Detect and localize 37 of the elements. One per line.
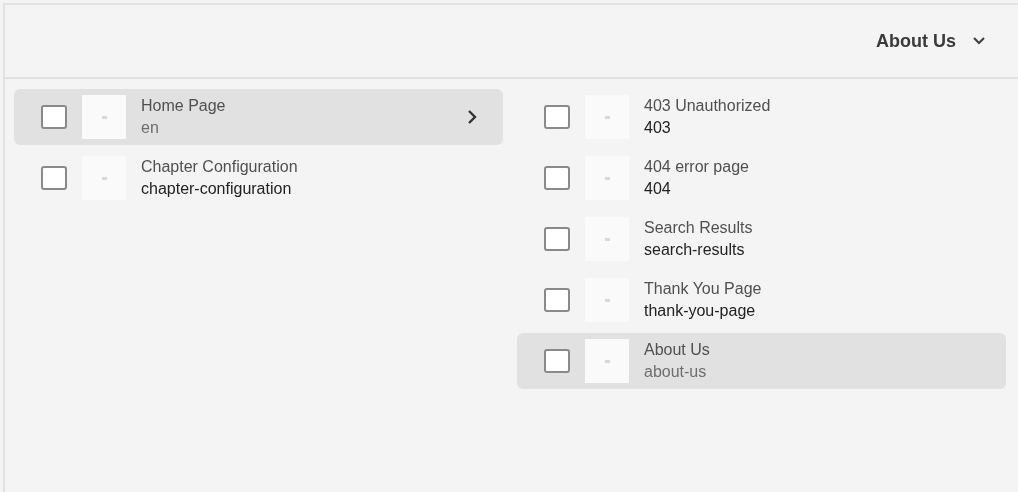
checkbox[interactable]	[544, 227, 570, 251]
checkbox[interactable]	[544, 349, 570, 373]
page-name: about-us	[644, 362, 708, 382]
checkbox[interactable]	[544, 288, 570, 312]
page-thumbnail-icon	[585, 339, 629, 383]
page-title: Search Results	[644, 218, 753, 238]
page-title: Thank You Page	[644, 279, 762, 299]
page-title: Chapter Configuration	[141, 157, 298, 177]
checkbox[interactable]	[544, 166, 570, 190]
page-title: 403 Unauthorized	[644, 96, 771, 116]
page-list-item[interactable]: 403 Unauthorized 403	[517, 89, 1006, 145]
page-title: Home Page	[141, 96, 226, 116]
page-name: 403	[644, 118, 672, 138]
page-name: chapter-configuration	[141, 179, 293, 199]
page-thumbnail-icon	[82, 156, 126, 200]
page-list-item[interactable]: Search Results search-results	[517, 211, 1006, 267]
page-thumbnail-icon	[585, 156, 629, 200]
chevron-down-icon	[972, 36, 986, 46]
page-list-item[interactable]: Home Page en	[14, 89, 503, 145]
page-list-item[interactable]: Chapter Configuration chapter-configuration	[14, 150, 503, 206]
page-title: About Us	[644, 340, 710, 360]
page-name: en	[141, 118, 160, 138]
page-list-item[interactable]: Thank You Page thank-you-page	[517, 272, 1006, 328]
breadcrumb-dropdown[interactable]: About Us	[876, 27, 986, 55]
page-name: thank-you-page	[644, 301, 757, 321]
checkbox[interactable]	[544, 105, 570, 129]
page-thumbnail-icon	[585, 95, 629, 139]
page-thumbnail-icon	[585, 278, 629, 322]
page-thumbnail-icon	[82, 95, 126, 139]
page-list-item[interactable]: About Us about-us	[517, 333, 1006, 389]
checkbox[interactable]	[41, 105, 67, 129]
page-name: search-results	[644, 240, 746, 260]
page-thumbnail-icon	[585, 217, 629, 261]
page-name: 404	[644, 179, 672, 199]
page-list-item[interactable]: 404 error page 404	[517, 150, 1006, 206]
checkbox[interactable]	[41, 166, 67, 190]
page-title: 404 error page	[644, 157, 749, 177]
